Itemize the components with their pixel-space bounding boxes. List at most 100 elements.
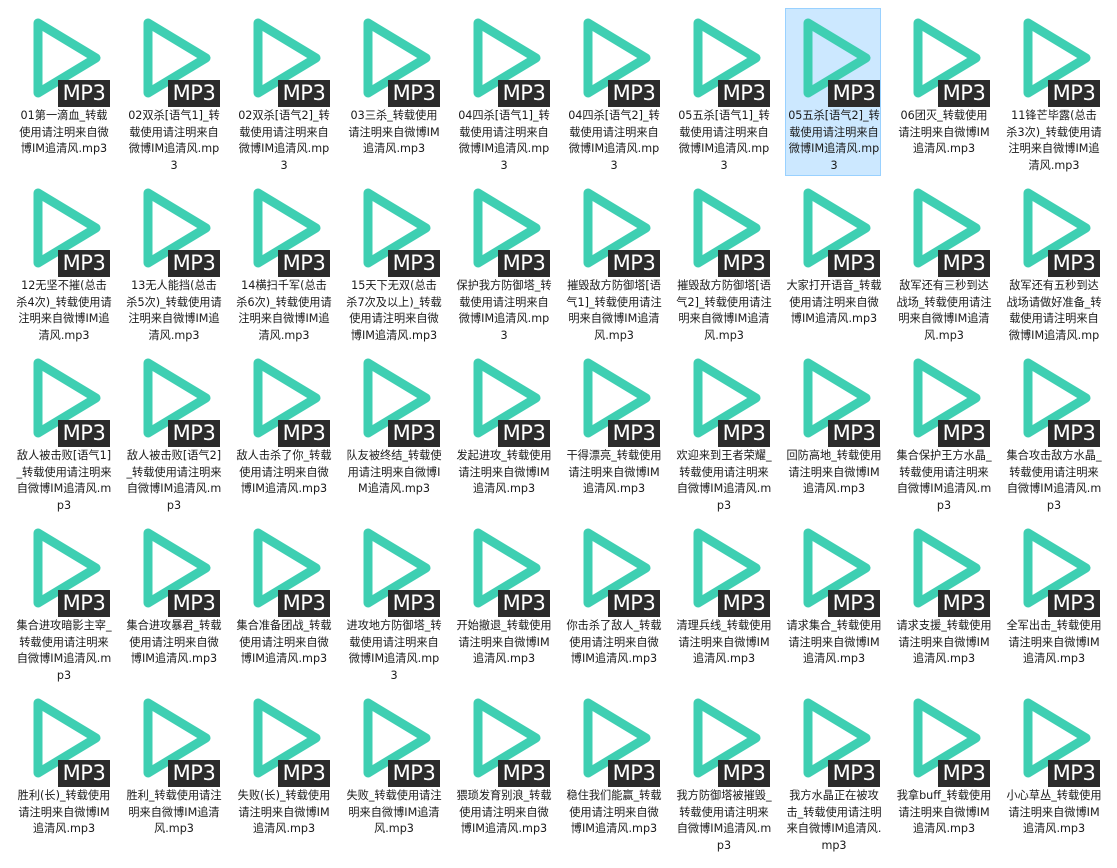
file-thumbnail: MP3 bbox=[1006, 689, 1102, 789]
mp3-badge: MP3 bbox=[718, 760, 770, 787]
file-item[interactable]: MP3 大家打开语音_转载使用请注明来自微博IM追清风.mp3 bbox=[785, 178, 882, 346]
file-grid: MP3 01第一滴血_转载使用请注明来自微博IM追清风.mp3 MP3 02双杀[语气… bbox=[0, 0, 1117, 868]
file-name-label: 队友被终结_转载使用请注明来自微博IM追清风.mp3 bbox=[346, 449, 442, 495]
file-name-label: 发起进攻_转载使用请注明来自微博IM追清风.mp3 bbox=[456, 449, 552, 495]
file-item[interactable]: MP3 请求支援_转载使用请注明来自微博IM追清风.mp3 bbox=[895, 518, 992, 686]
file-item[interactable]: MP3 集合保护王方水晶_转载使用请注明来自微博IM追清风.mp3 bbox=[895, 348, 992, 516]
mp3-badge: MP3 bbox=[278, 760, 330, 787]
file-name-label: 失败(长)_转载使用请注明来自微博IM追清风.mp3 bbox=[237, 789, 331, 835]
file-thumbnail: MP3 bbox=[676, 9, 772, 109]
file-thumbnail: MP3 bbox=[786, 689, 882, 789]
file-thumbnail: MP3 bbox=[456, 519, 552, 619]
file-item[interactable]: MP3 11锋芒毕露(总击杀3次)_转载使用请注明来自微博IM追清风.mp3 bbox=[1005, 8, 1102, 176]
file-thumbnail: MP3 bbox=[236, 349, 332, 449]
file-item[interactable]: MP3 摧毁敌方防御塔[语气1]_转载使用请注明来自微博IM追清风.mp3 bbox=[565, 178, 662, 346]
file-item[interactable]: MP3 小心草丛_转载使用请注明来自微博IM追清风.mp3 bbox=[1005, 688, 1102, 856]
file-name-label: 清理兵线_转载使用请注明来自微博IM追清风.mp3 bbox=[676, 619, 772, 665]
file-thumbnail: MP3 bbox=[676, 349, 772, 449]
mp3-badge: MP3 bbox=[278, 80, 330, 107]
file-item[interactable]: MP3 02双杀[语气2]_转载使用请注明来自微博IM追清风.mp3 bbox=[235, 8, 331, 176]
file-thumbnail: MP3 bbox=[16, 9, 112, 109]
file-item[interactable]: MP3 敌人被击败[语气2]_转载使用请注明来自微博IM追清风.mp3 bbox=[125, 348, 222, 516]
file-item[interactable]: MP3 我拿buff_转载使用请注明来自微博IM追清风.mp3 bbox=[895, 688, 991, 856]
file-item[interactable]: MP3 回防高地_转载使用请注明来自微博IM追清风.mp3 bbox=[785, 348, 882, 516]
file-name-label: 胜利(长)_转载使用请注明来自微博IM追清风.mp3 bbox=[17, 789, 111, 835]
file-item[interactable]: MP3 进攻地方防御塔_转载使用请注明来自微博IM追清风.mp3 bbox=[345, 518, 442, 686]
file-name-label: 04四杀[语气2]_转载使用请注明来自微博IM追清风.mp3 bbox=[568, 109, 660, 172]
mp3-badge: MP3 bbox=[278, 420, 330, 447]
file-item[interactable]: MP3 14横扫千军(总击杀6次)_转载使用请注明来自微博IM追清风.mp3 bbox=[235, 178, 332, 346]
mp3-badge: MP3 bbox=[58, 80, 110, 107]
file-name-label: 05五杀[语气1]_转载使用请注明来自微博IM追清风.mp3 bbox=[678, 109, 770, 172]
file-item[interactable]: MP3 胜利(长)_转载使用请注明来自微博IM追清风.mp3 bbox=[15, 688, 111, 856]
file-item[interactable]: MP3 集合准备团战_转载使用请注明来自微博IM追清风.mp3 bbox=[235, 518, 332, 686]
file-item[interactable]: MP3 摧毁敌方防御塔[语气2]_转载使用请注明来自微博IM追清风.mp3 bbox=[675, 178, 772, 346]
file-item[interactable]: MP3 03三杀_转载使用请注明来自微博IM追清风.mp3 bbox=[345, 8, 441, 176]
file-item[interactable]: MP3 稳住我们能赢_转载使用请注明来自微博IM追清风.mp3 bbox=[565, 688, 662, 856]
file-thumbnail: MP3 bbox=[786, 9, 882, 109]
file-thumbnail: MP3 bbox=[676, 689, 772, 789]
file-thumbnail: MP3 bbox=[126, 349, 222, 449]
file-thumbnail: MP3 bbox=[676, 179, 772, 279]
mp3-badge: MP3 bbox=[608, 590, 660, 617]
file-name-label: 摧毁敌方防御塔[语气1]_转载使用请注明来自微博IM追清风.mp3 bbox=[566, 279, 662, 342]
file-item[interactable]: MP3 请求集合_转载使用请注明来自微博IM追清风.mp3 bbox=[785, 518, 882, 686]
file-name-label: 干得漂亮_转载使用请注明来自微博IM追清风.mp3 bbox=[566, 449, 662, 495]
file-item[interactable]: MP3 我方防御塔被摧毁_转载使用请注明来自微博IM追清风.mp3 bbox=[675, 688, 772, 856]
file-thumbnail: MP3 bbox=[896, 349, 992, 449]
file-item[interactable]: MP3 开始撤退_转载使用请注明来自微博IM追清风.mp3 bbox=[455, 518, 552, 686]
file-item[interactable]: MP3 猥琐发育别浪_转载使用请注明来自微博IM追清风.mp3 bbox=[455, 688, 552, 856]
mp3-badge: MP3 bbox=[1048, 590, 1100, 617]
file-item[interactable]: MP3 我方水晶正在被攻击_转载使用请注明来自微博IM追清风.mp3 bbox=[785, 688, 882, 856]
file-item[interactable]: MP3 15天下无双(总击杀7次及以上)_转载使用请注明来自微博IM追清风.mp3 bbox=[345, 178, 442, 346]
file-item[interactable]: MP3 13无人能挡(总击杀5次)_转载使用请注明来自微博IM追清风.mp3 bbox=[125, 178, 222, 346]
file-name-label: 06团灭_转载使用请注明来自微博IM追清风.mp3 bbox=[898, 109, 990, 155]
mp3-badge: MP3 bbox=[498, 420, 550, 447]
file-item[interactable]: MP3 干得漂亮_转载使用请注明来自微博IM追清风.mp3 bbox=[565, 348, 662, 516]
file-item[interactable]: MP3 04四杀[语气2]_转载使用请注明来自微博IM追清风.mp3 bbox=[565, 8, 661, 176]
file-item[interactable]: MP3 集合进攻暴君_转载使用请注明来自微博IM追清风.mp3 bbox=[125, 518, 222, 686]
file-item[interactable]: MP3 欢迎来到王者荣耀_转载使用请注明来自微博IM追清风.mp3 bbox=[675, 348, 772, 516]
file-name-label: 全军出击_转载使用请注明来自微博IM追清风.mp3 bbox=[1006, 619, 1102, 665]
file-item[interactable]: MP3 06团灭_转载使用请注明来自微博IM追清风.mp3 bbox=[895, 8, 991, 176]
file-item[interactable]: MP3敌军还有五秒到达战场请做好准备_转载使用请注明来自微博IM追清风.mp3 bbox=[1005, 178, 1102, 346]
file-item[interactable]: MP3 胜利_转载使用请注明来自微博IM追清风.mp3 bbox=[125, 688, 222, 856]
file-item[interactable]: MP3 清理兵线_转载使用请注明来自微博IM追清风.mp3 bbox=[675, 518, 772, 686]
file-name-label: 集合进攻暗影主宰_转载使用请注明来自微博IM追清风.mp3 bbox=[16, 619, 112, 682]
file-item[interactable]: MP3 01第一滴血_转载使用请注明来自微博IM追清风.mp3 bbox=[15, 8, 111, 176]
file-thumbnail: MP3 bbox=[1006, 349, 1102, 449]
file-item[interactable]: MP3 12无坚不摧(总击杀4次)_转载使用请注明来自微博IM追清风.mp3 bbox=[15, 178, 112, 346]
file-item[interactable]: MP3 集合攻击敌方水晶_转载使用请注明来自微博IM追清风.mp3 bbox=[1005, 348, 1102, 516]
mp3-badge: MP3 bbox=[388, 590, 440, 617]
file-thumbnail: MP3 bbox=[126, 9, 222, 109]
file-item[interactable]: MP3 失败_转载使用请注明来自微博IM追清风.mp3 bbox=[345, 688, 442, 856]
file-name-label: 请求集合_转载使用请注明来自微博IM追清风.mp3 bbox=[786, 619, 882, 665]
file-item[interactable]: MP3 发起进攻_转载使用请注明来自微博IM追清风.mp3 bbox=[455, 348, 552, 516]
file-item[interactable]: MP3 05五杀[语气2]_转载使用请注明来自微博IM追清风.mp3 bbox=[785, 8, 881, 176]
file-item[interactable]: MP3 集合进攻暗影主宰_转载使用请注明来自微博IM追清风.mp3 bbox=[15, 518, 112, 686]
file-item[interactable]: MP3 保护我方防御塔_转载使用请注明来自微博IM追清风.mp3 bbox=[455, 178, 552, 346]
file-item[interactable]: MP3 04四杀[语气1]_转载使用请注明来自微博IM追清风.mp3 bbox=[455, 8, 551, 176]
file-name-label: 01第一滴血_转载使用请注明来自微博IM追清风.mp3 bbox=[19, 109, 109, 155]
mp3-badge: MP3 bbox=[828, 80, 880, 107]
file-item[interactable]: MP3 全军出击_转载使用请注明来自微博IM追清风.mp3 bbox=[1005, 518, 1102, 686]
file-thumbnail: MP3 bbox=[1006, 9, 1102, 109]
file-item[interactable]: MP3 失败(长)_转载使用请注明来自微博IM追清风.mp3 bbox=[235, 688, 331, 856]
file-thumbnail: MP3 bbox=[236, 519, 332, 619]
mp3-badge: MP3 bbox=[1048, 420, 1100, 447]
file-name-label: 我拿buff_转载使用请注明来自微博IM追清风.mp3 bbox=[896, 789, 992, 835]
file-thumbnail: MP3 bbox=[566, 519, 662, 619]
file-item[interactable]: MP3 你击杀了敌人_转载使用请注明来自微博IM追清风.mp3 bbox=[565, 518, 662, 686]
file-thumbnail: MP3 bbox=[456, 179, 552, 279]
file-name-label: 15天下无双(总击杀7次及以上)_转载使用请注明来自微博IM追清风.mp3 bbox=[346, 279, 442, 342]
file-item[interactable]: MP3 02双杀[语气1]_转载使用请注明来自微博IM追清风.mp3 bbox=[125, 8, 221, 176]
file-thumbnail: MP3 bbox=[236, 689, 332, 789]
file-thumbnail: MP3 bbox=[896, 9, 992, 109]
file-item[interactable]: MP3 敌军还有三秒到达战场_转载使用请注明来自微博IM追清风.mp3 bbox=[895, 178, 992, 346]
file-name-label: 敌军还有三秒到达战场_转载使用请注明来自微博IM追清风.mp3 bbox=[896, 279, 992, 342]
file-item[interactable]: MP3 敌人被击败[语气1]_转载使用请注明来自微博IM追清风.mp3 bbox=[15, 348, 112, 516]
file-item[interactable]: MP3 敌人击杀了你_转载使用请注明来自微博IM追清风.mp3 bbox=[235, 348, 332, 516]
file-item[interactable]: MP3 队友被终结_转载使用请注明来自微博IM追清风.mp3 bbox=[345, 348, 442, 516]
file-name-label: 胜利_转载使用请注明来自微博IM追清风.mp3 bbox=[126, 789, 222, 835]
file-item[interactable]: MP3 05五杀[语气1]_转载使用请注明来自微博IM追清风.mp3 bbox=[675, 8, 771, 176]
